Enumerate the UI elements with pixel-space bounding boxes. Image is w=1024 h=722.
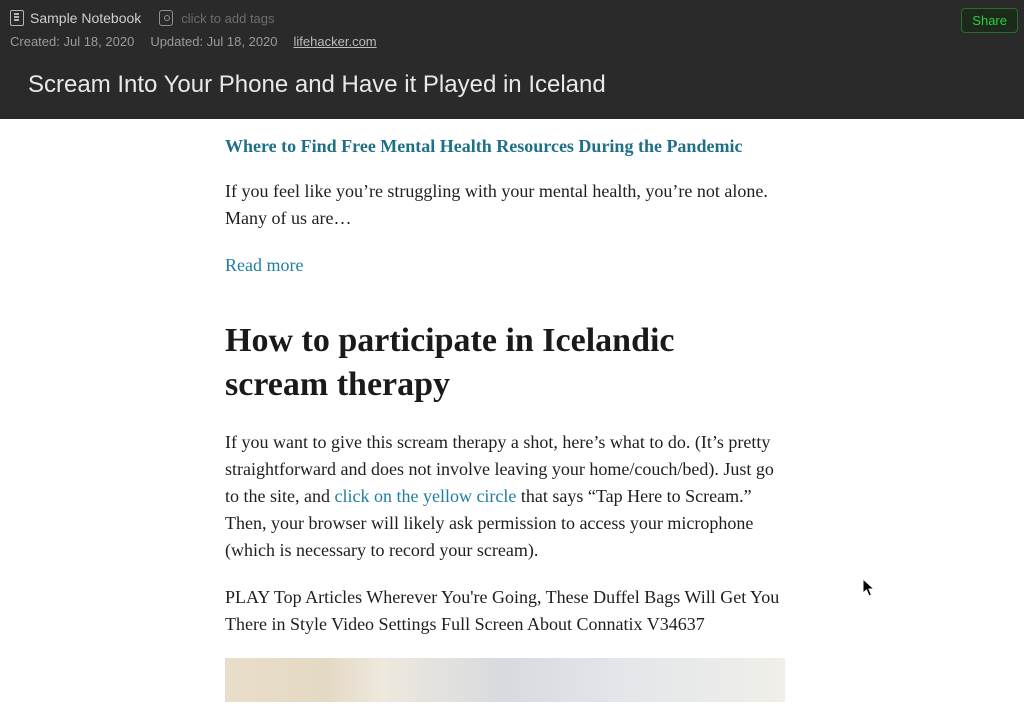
- article-body: Where to Find Free Mental Health Resourc…: [225, 133, 785, 702]
- video-caption-text: PLAY Top Articles Wherever You're Going,…: [225, 584, 785, 638]
- related-article-link[interactable]: Where to Find Free Mental Health Resourc…: [225, 133, 785, 160]
- note-title[interactable]: Scream Into Your Phone and Have it Playe…: [28, 71, 996, 99]
- updated-date: Updated: Jul 18, 2020: [150, 34, 277, 49]
- notebook-icon: [10, 10, 24, 26]
- source-link[interactable]: lifehacker.com: [294, 34, 377, 49]
- embedded-image: [225, 658, 785, 702]
- tags-input-placeholder[interactable]: click to add tags: [181, 11, 274, 26]
- note-header: Sample Notebook click to add tags Share …: [0, 0, 1024, 119]
- inline-link-yellow-circle[interactable]: click on the yellow circle: [334, 486, 516, 506]
- body-paragraph-1: If you want to give this scream therapy …: [225, 429, 785, 564]
- top-toolbar-row: Sample Notebook click to add tags Share: [0, 0, 1024, 34]
- meta-row: Created: Jul 18, 2020 Updated: Jul 18, 2…: [0, 34, 1024, 63]
- related-excerpt: If you feel like you’re struggling with …: [225, 178, 785, 232]
- created-date: Created: Jul 18, 2020: [10, 34, 134, 49]
- note-content-area: Where to Find Free Mental Health Resourc…: [0, 119, 1024, 711]
- share-button[interactable]: Share: [961, 8, 1018, 33]
- read-more-link[interactable]: Read more: [225, 252, 303, 279]
- tag-icon: [159, 10, 173, 26]
- title-row: Scream Into Your Phone and Have it Playe…: [0, 63, 1024, 119]
- section-heading: How to participate in Icelandic scream t…: [225, 319, 785, 407]
- notebook-name[interactable]: Sample Notebook: [30, 10, 141, 26]
